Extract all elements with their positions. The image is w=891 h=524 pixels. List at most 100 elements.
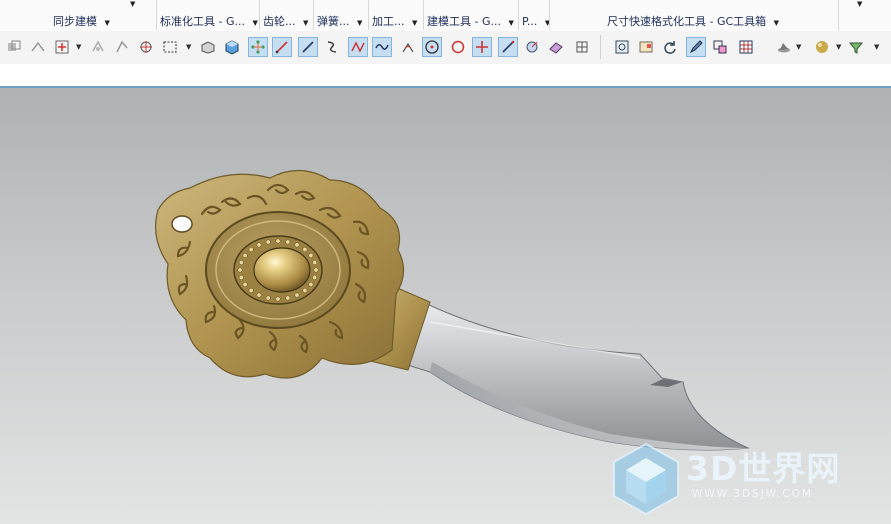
medallion-dot: [265, 295, 271, 301]
medallion-dot: [275, 296, 281, 302]
chevron-down-icon[interactable]: ▼: [357, 19, 362, 27]
medallion-dot: [256, 242, 262, 248]
medallion-dot: [256, 292, 262, 298]
icon-toolbar: ▼ ▼ ▼ ▼ ▼: [0, 31, 891, 65]
circle-center-icon[interactable]: [422, 37, 442, 57]
medallion-dot: [312, 275, 318, 280]
chevron-down-icon[interactable]: ▼: [874, 43, 879, 51]
grid-plane-icon[interactable]: [546, 37, 566, 57]
medallion-dot: [308, 282, 314, 287]
shaded-box-icon[interactable]: [198, 37, 218, 57]
diagonal-line-icon[interactable]: [298, 37, 318, 57]
move-face-icon[interactable]: [88, 37, 108, 57]
ribbon-group-p[interactable]: P... ▼: [522, 14, 550, 30]
offset-region-icon[interactable]: [4, 37, 24, 57]
ribbon-group-modeling-tools[interactable]: 建模工具 - G... ▼: [427, 14, 514, 30]
group-label: 弹簧...: [317, 15, 350, 28]
chevron-down-icon[interactable]: ▼: [252, 19, 257, 27]
circle-icon[interactable]: [448, 37, 468, 57]
medallion-dot: [242, 282, 248, 287]
medallion-dot: [238, 260, 244, 265]
group-divider: [838, 0, 839, 30]
group-label: 标准化工具 - G...: [160, 15, 245, 28]
medallion-dot: [302, 247, 308, 252]
group-label: 建模工具 - G...: [427, 15, 501, 28]
medallion-dot: [237, 267, 243, 273]
group-label: 尺寸快速格式化工具 - GC工具箱: [607, 15, 767, 28]
watermark: 3D世界网 WWW.3DSJW.COM: [606, 438, 886, 524]
chevron-down-icon[interactable]: ▼: [303, 19, 308, 27]
group-label: P...: [522, 15, 538, 28]
layer-settings-icon[interactable]: [710, 37, 730, 57]
ribbon-group-machining[interactable]: 加工... ▼: [372, 14, 417, 30]
medallion-dot: [285, 239, 291, 245]
filter-triangle-icon[interactable]: [846, 37, 866, 57]
zoom-view-icon[interactable]: [612, 37, 632, 57]
chevron-down-icon[interactable]: ▼: [796, 43, 801, 51]
chevron-down-icon[interactable]: ▼: [774, 19, 779, 27]
group-divider: [368, 0, 369, 30]
chevron-down-icon[interactable]: ▼: [508, 19, 513, 27]
studio-spline-icon[interactable]: [348, 37, 368, 57]
refresh-icon[interactable]: [660, 37, 680, 57]
replace-face-icon[interactable]: [28, 37, 48, 57]
render-view-icon[interactable]: [636, 37, 656, 57]
medallion-dot: [302, 288, 308, 293]
group-label: 加工...: [372, 15, 405, 28]
medallion-dot: [285, 295, 291, 301]
group-label: 齿轮...: [263, 15, 296, 28]
sine-curve-icon[interactable]: [372, 37, 392, 57]
fit-points-icon[interactable]: [248, 37, 268, 57]
toolbar-divider: [600, 35, 601, 59]
chevron-down-icon[interactable]: ▼: [836, 43, 841, 51]
chevron-down-icon[interactable]: ▼: [76, 43, 81, 51]
medallion-dot: [313, 267, 319, 273]
medallion-dot: [275, 238, 281, 244]
medallion-dot: [242, 253, 248, 258]
group-divider: [259, 0, 260, 30]
view-orient-icon[interactable]: [522, 37, 542, 57]
command-strip: [0, 64, 891, 86]
medallion-dot: [294, 292, 300, 298]
pull-face-icon[interactable]: [112, 37, 132, 57]
group-label: 同步建模: [53, 15, 97, 28]
blue-cube-icon[interactable]: [222, 37, 242, 57]
mesh-icon[interactable]: [572, 37, 592, 57]
chevron-down-icon[interactable]: ▼: [857, 0, 862, 8]
sphere-material-icon[interactable]: [812, 37, 832, 57]
table-grid-icon[interactable]: [736, 37, 756, 57]
watermark-title: 3D世界网: [686, 449, 841, 488]
material-hat-icon[interactable]: [774, 37, 794, 57]
arc-angle-icon[interactable]: [398, 37, 418, 57]
watermark-cube-icon: [613, 442, 679, 516]
chevron-down-icon[interactable]: ▼: [186, 43, 191, 51]
group-divider: [518, 0, 519, 30]
ribbon-group-standard-tools[interactable]: 标准化工具 - G... ▼: [160, 14, 258, 30]
medallion-dot: [294, 242, 300, 248]
snap-point-icon[interactable]: [136, 37, 156, 57]
chevron-down-icon[interactable]: ▼: [412, 19, 417, 27]
medallion-dot: [312, 260, 318, 265]
group-divider: [156, 0, 157, 30]
curve-s-icon[interactable]: [322, 37, 342, 57]
select-box-icon[interactable]: [160, 37, 180, 57]
graphics-viewport[interactable]: 3D世界网 WWW.3DSJW.COM: [0, 86, 891, 524]
watermark-url: WWW.3DSJW.COM: [692, 488, 813, 500]
cross-point-icon[interactable]: [472, 37, 492, 57]
ribbon-group-gears[interactable]: 齿轮... ▼: [263, 14, 308, 30]
group-divider: [313, 0, 314, 30]
center-gem: [253, 247, 311, 293]
slash-line-icon[interactable]: [498, 37, 518, 57]
chevron-down-icon[interactable]: ▼: [105, 19, 110, 27]
add-point-icon[interactable]: [52, 37, 72, 57]
line-icon[interactable]: [272, 37, 292, 57]
medallion-dot: [248, 247, 254, 252]
ribbon-group-dimension-format[interactable]: 尺寸快速格式化工具 - GC工具箱 ▼: [607, 14, 779, 30]
chevron-down-icon[interactable]: ▼: [130, 0, 135, 8]
lanyard-hole: [171, 215, 193, 233]
medallion-dot: [248, 288, 254, 293]
ribbon-group-sync-modeling[interactable]: 同步建模 ▼: [53, 14, 110, 30]
group-divider: [549, 0, 550, 30]
edit-object-icon[interactable]: [686, 37, 706, 57]
ribbon-group-springs[interactable]: 弹簧... ▼: [317, 14, 362, 30]
